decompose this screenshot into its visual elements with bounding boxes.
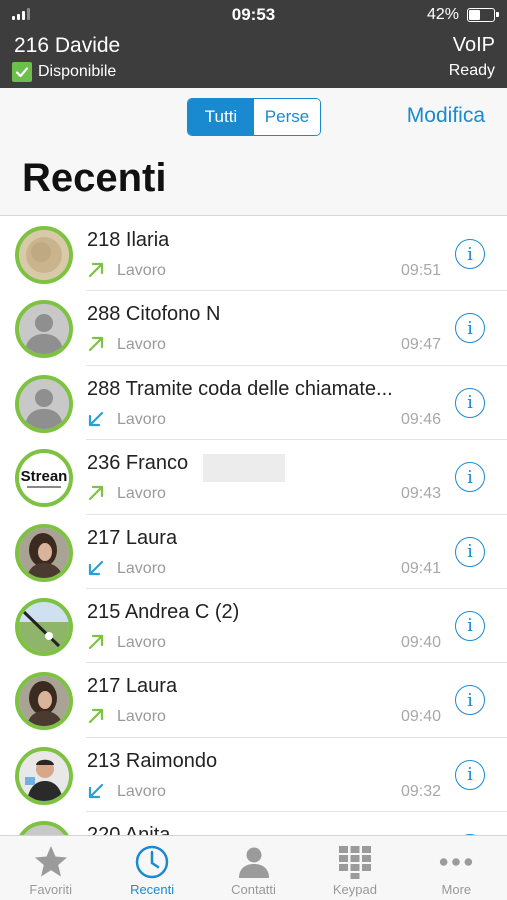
filter-missed-segment[interactable]: Perse — [254, 99, 320, 135]
call-type: Lavoro — [117, 410, 166, 428]
info-icon[interactable]: i — [455, 759, 485, 790]
keypad-icon — [336, 843, 374, 881]
call-time: 09:32 — [400, 782, 441, 800]
filter-all-segment[interactable]: Tutti — [188, 99, 254, 135]
battery-icon — [467, 8, 499, 22]
outgoing-call-icon — [88, 262, 104, 278]
info-icon[interactable]: i — [455, 239, 485, 269]
avatar — [15, 672, 73, 731]
avatar: Strean — [15, 449, 73, 508]
info-icon[interactable]: i — [455, 685, 485, 716]
page-title: Recenti — [22, 156, 167, 200]
info-icon[interactable]: i — [455, 610, 485, 641]
call-name: 220 Anita — [87, 824, 170, 835]
more-icon — [437, 843, 475, 881]
call-type: Lavoro — [117, 782, 166, 800]
call-type: Lavoro — [117, 708, 166, 726]
check-icon — [12, 62, 32, 82]
call-type: Lavoro — [117, 485, 166, 503]
navigation-bar: Tutti Perse Modifica Recenti — [0, 88, 507, 216]
call-time: 09:43 — [400, 485, 441, 503]
call-row[interactable]: 288 Tramite coda delle chiamate... Lavoro… — [0, 366, 507, 441]
call-row[interactable]: 213 Raimondo Lavoro 09:32 i — [0, 738, 507, 813]
info-icon[interactable]: i — [455, 387, 485, 418]
call-name: 288 Tramite coda delle chiamate... — [87, 377, 393, 400]
call-name: 288 Citofono N — [87, 303, 221, 326]
avatar — [15, 300, 73, 359]
tab-favoriti[interactable]: Favoriti — [0, 836, 101, 900]
service-name: VoIP — [452, 34, 495, 56]
call-time: 09:47 — [400, 336, 441, 354]
call-time: 09:51 — [400, 262, 441, 279]
call-row[interactable]: 220 AnitaLavoroi — [0, 812, 507, 835]
call-type: Lavoro — [117, 336, 166, 354]
battery-percent: 42% — [426, 6, 459, 23]
call-type: Lavoro — [117, 633, 166, 651]
status-bar: 09:53 42% — [0, 0, 507, 30]
clock-icon — [133, 843, 171, 881]
avatar — [15, 226, 73, 284]
filter-segmented-control: Tutti Perse — [187, 98, 321, 136]
call-name: 217 Laura — [87, 675, 178, 698]
call-name: 215 Andrea C (2) — [87, 600, 240, 623]
call-time: 09:40 — [400, 708, 441, 726]
call-row[interactable]: 218 Ilaria Lavoro 09:51 i — [0, 217, 507, 292]
tab-label: More — [441, 882, 472, 897]
outgoing-call-icon — [88, 709, 104, 724]
call-row[interactable]: 217 Laura Lavoro 09:41 i — [0, 515, 507, 590]
account-name: 216 Davide — [14, 34, 121, 57]
call-time: 09:41 — [400, 559, 441, 577]
call-row[interactable]: 215 Andrea C (2) Lavoro 09:40 i — [0, 589, 507, 664]
call-name: 217 Laura — [87, 526, 178, 549]
call-type: Lavoro — [117, 262, 166, 279]
tab-contatti[interactable]: Contatti — [203, 836, 304, 900]
edit-button[interactable]: Modifica — [407, 104, 485, 128]
avatar — [15, 523, 73, 582]
tab-keypad[interactable]: Keypad — [304, 836, 405, 900]
call-time: 09:40 — [400, 633, 441, 651]
avatar — [15, 597, 73, 656]
info-icon[interactable]: i — [455, 313, 485, 344]
recent-calls-list[interactable]: 218 Ilaria Lavoro 09:51 i 288 Citofono N Lavo… — [0, 217, 507, 835]
call-type: Lavoro — [117, 559, 166, 577]
call-name: 213 Raimondo — [87, 749, 218, 772]
call-row[interactable]: Strean 236 Franco Lavoro 09:43 i — [0, 440, 507, 515]
incoming-call-icon — [88, 783, 104, 798]
avatar — [15, 821, 73, 835]
info-icon[interactable]: i — [455, 536, 485, 567]
svg-text:Strean: Strean — [21, 468, 68, 485]
redacted-surname — [203, 454, 285, 483]
outgoing-call-icon — [88, 634, 104, 650]
outgoing-call-icon — [88, 486, 104, 501]
info-icon[interactable]: i — [455, 462, 485, 493]
call-row[interactable]: 288 Citofono N Lavoro 09:47 i — [0, 291, 507, 367]
person-icon — [235, 843, 273, 881]
tab-label: Contatti — [231, 882, 276, 897]
tab-bar: Favoriti Recenti Contatti Keypad More — [0, 835, 507, 900]
outgoing-call-icon — [88, 337, 104, 352]
presence-label: Disponibile — [38, 63, 117, 80]
tab-more[interactable]: More — [406, 836, 507, 900]
tab-recenti[interactable]: Recenti — [101, 836, 202, 900]
call-row[interactable]: 217 Laura Lavoro 09:40 i — [0, 663, 507, 739]
call-time: 09:46 — [400, 410, 441, 428]
tab-label: Recenti — [130, 882, 175, 897]
avatar — [15, 374, 73, 433]
call-name: 218 Ilaria — [87, 229, 170, 251]
tab-label: Keypad — [332, 882, 377, 897]
tab-label: Favoriti — [29, 882, 73, 897]
incoming-call-icon — [88, 560, 104, 575]
call-name: 236 Franco — [87, 452, 189, 475]
avatar — [15, 746, 73, 805]
presence-status[interactable]: Disponibile — [12, 62, 116, 82]
account-header[interactable]: 216 Davide Disponibile VoIP Ready — [0, 30, 507, 88]
star-icon — [32, 843, 70, 881]
incoming-call-icon — [88, 411, 104, 426]
service-status: Ready — [448, 62, 495, 79]
